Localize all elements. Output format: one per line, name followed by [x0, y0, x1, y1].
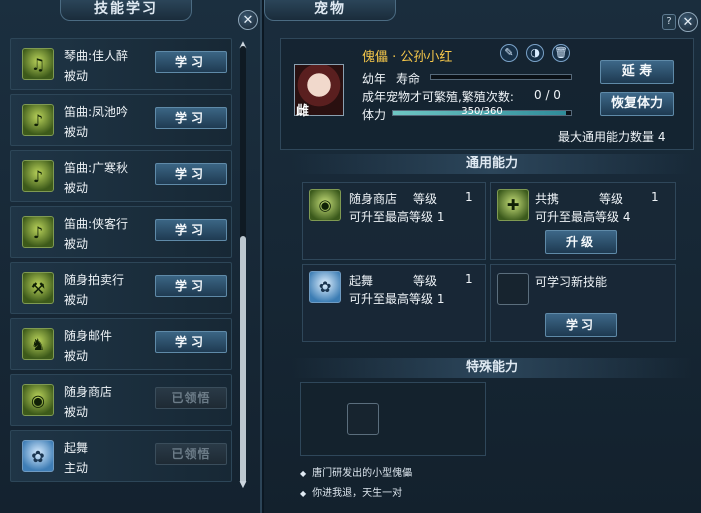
description-line: ◆ 你进我退，天生一对 — [300, 488, 403, 499]
ability-name: 共携 — [535, 192, 560, 206]
lifespan-bar — [430, 74, 572, 80]
trash-icon[interactable]: 🗑 — [552, 44, 570, 62]
skill-type: 主动 — [64, 461, 89, 475]
skill-name: 随身邮件 — [64, 329, 113, 343]
learned-button: 已领悟 — [155, 387, 227, 409]
skill-row: ♫ 琴曲:佳人醉 被动 学习 — [10, 38, 232, 90]
skill-name: 琴曲:佳人醉 — [64, 49, 129, 63]
learn-button[interactable]: 学习 — [155, 51, 227, 73]
ability-card: ◉ 随身商店 等级 1 可升至最高等级 1 — [302, 182, 486, 260]
pet-gender-tag: 雌 — [296, 104, 310, 119]
skill-name: 起舞 — [64, 441, 89, 455]
youth-label: 幼年 — [362, 72, 387, 86]
skill-type: 被动 — [64, 125, 89, 139]
skill-type: 被动 — [64, 405, 89, 419]
learn-button[interactable]: 学习 — [155, 275, 227, 297]
skill-row: ♞ 随身邮件 被动 学习 — [10, 318, 232, 370]
flute-icon: ♪ — [22, 160, 54, 192]
general-abilities-title: 通用能力 — [292, 154, 692, 174]
upgrade-button[interactable]: 升级 — [545, 230, 617, 254]
skill-name: 笛曲:广寒秋 — [64, 161, 129, 175]
skill-name: 随身拍卖行 — [64, 273, 125, 287]
learn-button[interactable]: 学习 — [155, 331, 227, 353]
flute-icon: ♪ — [22, 104, 54, 136]
learn-new-skill-text: 可学习新技能 — [535, 275, 608, 289]
ability-card: 可学习新技能 学习 — [490, 264, 676, 342]
learn-button[interactable]: 学习 — [155, 163, 227, 185]
skill-row: ✿ 起舞 主动 已领悟 — [10, 430, 232, 482]
pet-panel-close-icon[interactable]: ✕ — [678, 12, 698, 32]
stamina-label: 体力 — [362, 108, 387, 122]
skill-name: 随身商店 — [64, 385, 113, 399]
shop-coin-icon: ◉ — [309, 189, 341, 221]
extend-life-button[interactable]: 延 寿 — [600, 60, 674, 84]
flute-icon: ♪ — [22, 216, 54, 248]
restore-stamina-button[interactable]: 恢复体力 — [600, 92, 674, 116]
skill-learning-panel: 技能学习 ✕ ♫ 琴曲:佳人醉 被动 学习 ♪ 笛曲:凤池吟 被动 学习 ♪ 笛… — [0, 0, 262, 513]
scroll-down-icon[interactable]: ▼ — [236, 480, 250, 490]
pet-name: 傀儡 · 公孙小红 — [362, 50, 453, 65]
empty-slot-icon[interactable] — [347, 403, 379, 435]
stamina-value: 350/360 — [461, 106, 503, 117]
learn-button[interactable]: 学习 — [545, 313, 617, 337]
skill-panel-title: 技能学习 — [60, 0, 192, 21]
skill-type: 被动 — [64, 181, 89, 195]
lifespan-label: 寿命 — [396, 72, 421, 86]
breed-text: 成年宠物才可繁殖,繁殖次数: — [362, 90, 514, 104]
mail-horse-icon: ♞ — [22, 328, 54, 360]
stamina-bar: 350/360 — [392, 106, 572, 117]
ability-level-label: 等级 — [413, 274, 438, 288]
learn-button[interactable]: 学习 — [155, 219, 227, 241]
dance-icon: ✿ — [22, 440, 54, 472]
skill-name: 笛曲:侠客行 — [64, 217, 129, 231]
auction-hammer-icon: ⚒ — [22, 272, 54, 304]
ability-level: 1 — [651, 190, 659, 204]
ability-max-level: 可升至最高等级 4 — [535, 210, 631, 224]
diamond-bullet-icon: ◆ — [300, 469, 307, 478]
description-line: ◆ 唐门研发出的小型傀儡 — [300, 468, 413, 479]
skill-type: 被动 — [64, 69, 89, 83]
ability-level-label: 等级 — [413, 192, 438, 206]
release-icon[interactable]: ◑ — [526, 44, 544, 62]
ability-level: 1 — [465, 272, 473, 286]
breed-count: 0 / 0 — [534, 88, 561, 102]
learn-button[interactable]: 学习 — [155, 107, 227, 129]
bag-plus-icon: ✚ — [497, 189, 529, 221]
skill-type: 被动 — [64, 349, 89, 363]
ability-level: 1 — [465, 190, 473, 204]
special-abilities-title: 特殊能力 — [292, 358, 692, 378]
skill-name: 笛曲:凤池吟 — [64, 105, 129, 119]
learned-button: 已领悟 — [155, 443, 227, 465]
empty-slot-icon[interactable] — [497, 273, 529, 305]
skill-panel-close-icon[interactable]: ✕ — [238, 10, 258, 30]
dance-icon: ✿ — [309, 271, 341, 303]
pet-panel-title: 宠物 — [264, 0, 396, 21]
skill-type: 被动 — [64, 293, 89, 307]
max-ability-count: 最大通用能力数量 4 — [558, 130, 666, 144]
ability-name: 随身商店 — [349, 192, 398, 206]
scrollbar-thumb[interactable] — [240, 236, 246, 484]
music-instrument-icon: ♫ — [22, 48, 54, 80]
skill-row: ⚒ 随身拍卖行 被动 学习 — [10, 262, 232, 314]
ability-card: ✿ 起舞 等级 1 可升至最高等级 1 — [302, 264, 486, 342]
ability-max-level: 可升至最高等级 1 — [349, 292, 445, 306]
special-ability-box — [300, 382, 486, 456]
skill-row: ♪ 笛曲:侠客行 被动 学习 — [10, 206, 232, 258]
skill-row: ◉ 随身商店 被动 已领悟 — [10, 374, 232, 426]
ability-level-label: 等级 — [599, 192, 624, 206]
skill-row: ♪ 笛曲:广寒秋 被动 学习 — [10, 150, 232, 202]
help-icon[interactable]: ? — [662, 14, 676, 30]
shop-coin-icon: ◉ — [22, 384, 54, 416]
rename-pen-icon[interactable]: ✎ — [500, 44, 518, 62]
ability-max-level: 可升至最高等级 1 — [349, 210, 445, 224]
diamond-bullet-icon: ◆ — [300, 489, 307, 498]
ability-card: ✚ 共携 等级 1 可升至最高等级 4 升级 — [490, 182, 676, 260]
skill-row: ♪ 笛曲:凤池吟 被动 学习 — [10, 94, 232, 146]
ability-name: 起舞 — [349, 274, 374, 288]
skill-type: 被动 — [64, 237, 89, 251]
